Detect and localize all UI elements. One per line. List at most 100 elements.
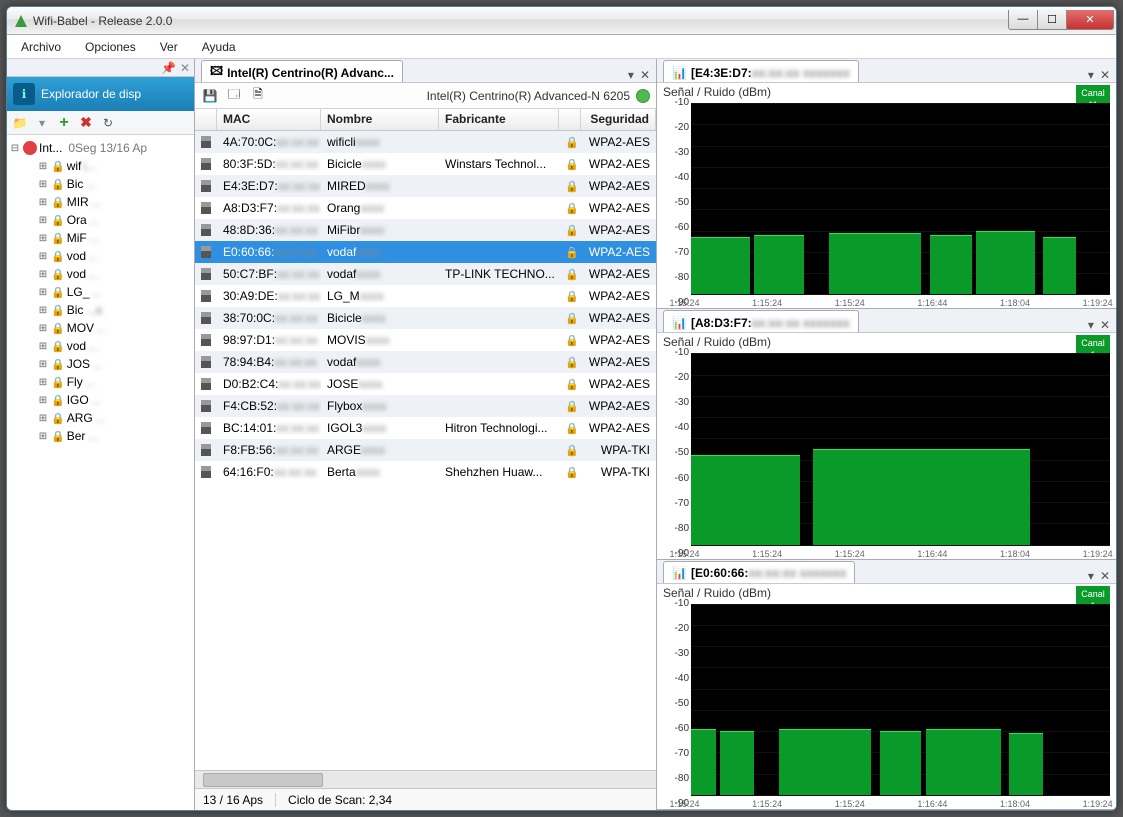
table-row[interactable]: 78:94:B4:xx:xx:xxvodafxxxx🔒WPA2-AES [195,351,656,373]
content: 📌 ✕ ℹ Explorador de disp 📁 ▾ + ✖ ↻ ⊟ Int… [7,59,1116,810]
expander-icon[interactable]: ⊞ [37,359,49,370]
expander-icon[interactable]: ⊞ [37,161,49,172]
tree-item[interactable]: ⊞🔒MOV... [9,319,192,337]
dropdown-icon[interactable]: ▾ [1088,569,1094,583]
expander-icon[interactable]: ⊞ [37,197,49,208]
table-row[interactable]: 48:8D:36:xx:xx:xxMiFibrxxxx🔒WPA2-AES [195,219,656,241]
table-row[interactable]: 64:16:F0:xx:xx:xxBertaxxxxShehzhen Huaw.… [195,461,656,483]
tree-item[interactable]: ⊞🔒MIR... [9,193,192,211]
th-icon[interactable] [195,109,217,130]
expander-icon[interactable]: ⊞ [37,233,49,244]
tree-item[interactable]: ⊞🔒IGO... [9,391,192,409]
tree-item[interactable]: ⊞🔒Bic... [9,175,192,193]
chart-tab[interactable]: 📊[A8:D3:F7:xx:xx:xx xxxxxxx [663,310,859,332]
tree-item[interactable]: ⊞🔒Fly... [9,373,192,391]
table-row[interactable]: D0:B2:C4:xx:xx:xxJOSExxxx🔒WPA2-AES [195,373,656,395]
table-row[interactable]: 98:97:D1:xx:xx:xxMOVISxxxx🔒WPA2-AES [195,329,656,351]
expander-icon[interactable]: ⊞ [37,323,49,334]
menu-view[interactable]: Ver [152,38,186,56]
expander-icon[interactable]: ⊞ [37,287,49,298]
folder-icon[interactable]: 📁 [11,114,29,132]
tree-item[interactable]: ⊞🔒MiF... [9,229,192,247]
ytick: -80 [659,523,689,534]
menu-file[interactable]: Archivo [13,38,69,56]
expander-icon[interactable]: ⊞ [37,413,49,424]
tree-item[interactable]: ⊞🔒vod... [9,337,192,355]
table-row[interactable]: A8:D3:F7:xx:xx:xxOrangxxxx🔒WPA2-AES [195,197,656,219]
dropdown-icon[interactable]: ▾ [1088,68,1094,82]
expander-icon[interactable]: ⊟ [9,143,21,154]
table-row[interactable]: F8:FB:56:xx:xx:xxARGExxxx🔒WPA-TKI [195,439,656,461]
lock-icon: 🔒 [51,340,65,353]
center-tab[interactable]: 🖾 Intel(R) Centrino(R) Advanc... [201,60,403,82]
th-mac[interactable]: MAC [217,109,321,130]
chart-tab[interactable]: 📊[E0:60:66:xx:xx:xx xxxxxxx [663,561,855,583]
maximize-button[interactable]: ☐ [1037,10,1067,30]
expander-icon[interactable]: ⊞ [37,305,49,316]
info-icon: ℹ [13,83,35,105]
table-row[interactable]: F4:CB:52:xx:xx:xxFlyboxxxxx🔒WPA2-AES [195,395,656,417]
cell-sec: WPA-TKI [581,465,656,479]
dropdown-icon[interactable]: ▾ [628,68,634,82]
table-row[interactable]: 30:A9:DE:xx:xx:xxLG_Mxxxx🔒WPA2-AES [195,285,656,307]
tree-root[interactable]: ⊟ Int... 0Seg 13/16 Ap [9,139,192,157]
delete-icon[interactable]: ✖ [77,114,95,132]
expander-icon[interactable]: ⊞ [37,251,49,262]
th-lock[interactable] [559,109,581,130]
table-body[interactable]: 4A:70:0C:xx:xx:xxwificlixxxx🔒WPA2-AES80:… [195,131,656,770]
h-scrollbar[interactable] [195,770,656,788]
refresh-icon[interactable]: ↻ [99,114,117,132]
lock-icon: 🔒 [559,465,581,479]
close-icon[interactable]: ✕ [1100,569,1110,583]
dropdown-icon[interactable]: ▾ [1088,318,1094,332]
table-row[interactable]: 4A:70:0C:xx:xx:xxwificlixxxx🔒WPA2-AES [195,131,656,153]
close-icon[interactable]: ✕ [1100,68,1110,82]
close-button[interactable]: ✕ [1066,10,1114,30]
tree-item[interactable]: ⊞🔒ARG... [9,409,192,427]
tree-item[interactable]: ⊞🔒Bic...a [9,301,192,319]
tree-item[interactable]: ⊞🔒Ora... [9,211,192,229]
tree-item[interactable]: ⊞🔒vod... [9,265,192,283]
expander-icon[interactable]: ⊞ [37,341,49,352]
table-row[interactable]: BC:14:01:xx:xx:xxIGOL3xxxxHitron Technol… [195,417,656,439]
device-tree[interactable]: ⊟ Int... 0Seg 13/16 Ap ⊞🔒wifi...⊞🔒Bic...… [7,135,194,810]
ytick: -10 [659,97,689,108]
chart-tab[interactable]: 📊[E4:3E:D7:xx:xx:xx xxxxxxx [663,60,859,82]
tree-item[interactable]: ⊞🔒wifi... [9,157,192,175]
titlebar[interactable]: Wifi-Babel - Release 2.0.0 — ☐ ✕ [7,7,1116,35]
close-icon[interactable]: ✕ [180,61,190,75]
close-icon[interactable]: ✕ [640,68,650,82]
dropdown-icon[interactable]: ▾ [33,114,51,132]
th-name[interactable]: Nombre [321,109,439,130]
toolbar-icon-1[interactable]: 🗔 [225,87,243,105]
pin-icon[interactable]: 📌 [161,61,176,75]
tree-item[interactable]: ⊞🔒vod... [9,247,192,265]
cell-name: Biciclexxxx [321,311,439,325]
th-mfg[interactable]: Fabricante [439,109,559,130]
th-sec[interactable]: Seguridad [581,109,656,130]
lock-icon: 🔒 [559,135,581,149]
menu-options[interactable]: Opciones [77,38,144,56]
table-row[interactable]: E0:60:66:xx:xx:xxvodafxxxx🔒WPA2-AES [195,241,656,263]
add-icon[interactable]: + [55,114,73,132]
minimize-button[interactable]: — [1008,10,1038,30]
tree-item[interactable]: ⊞🔒Ber... [9,427,192,445]
menu-help[interactable]: Ayuda [194,38,244,56]
tree-item[interactable]: ⊞🔒LG_... [9,283,192,301]
expander-icon[interactable]: ⊞ [37,269,49,280]
save-icon[interactable]: 💾 [201,87,219,105]
close-icon[interactable]: ✕ [1100,318,1110,332]
toolbar-icon-2[interactable]: 🗎 [249,87,267,105]
expander-icon[interactable]: ⊞ [37,179,49,190]
expander-icon[interactable]: ⊞ [37,431,49,442]
xtick: 1:15:24 [752,799,782,809]
tree-item[interactable]: ⊞🔒JOS... [9,355,192,373]
table-row[interactable]: E4:3E:D7:xx:xx:xxMIREDxxxx🔒WPA2-AES [195,175,656,197]
expander-icon[interactable]: ⊞ [37,395,49,406]
expander-icon[interactable]: ⊞ [37,377,49,388]
table-row[interactable]: 38:70:0C:xx:xx:xxBiciclexxxx🔒WPA2-AES [195,307,656,329]
table-row[interactable]: 50:C7:BF:xx:xx:xxvodafxxxxTP-LINK TECHNO… [195,263,656,285]
ytick: -70 [659,498,689,509]
table-row[interactable]: 80:3F:5D:xx:xx:xxBiciclexxxxWinstars Tec… [195,153,656,175]
expander-icon[interactable]: ⊞ [37,215,49,226]
